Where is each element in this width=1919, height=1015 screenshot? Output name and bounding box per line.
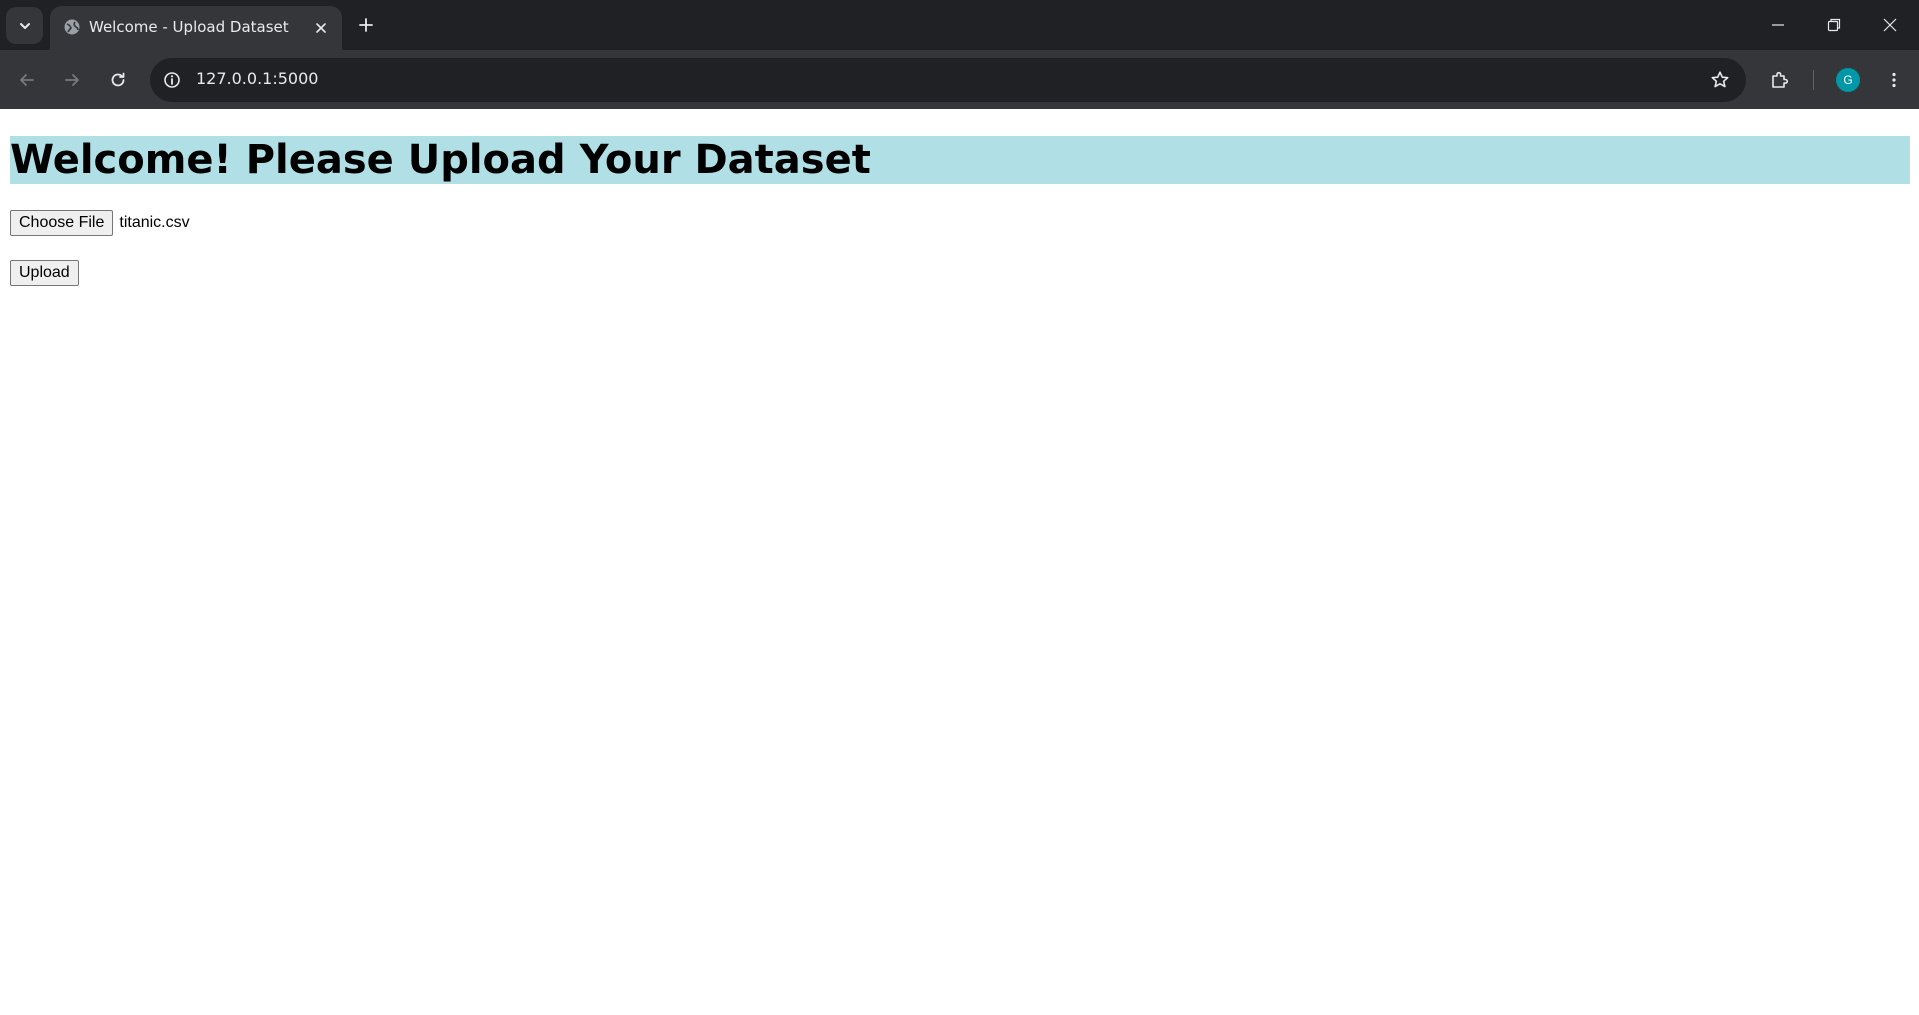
site-info-button[interactable] — [158, 66, 186, 94]
close-tab-button[interactable] — [310, 17, 332, 39]
new-tab-button[interactable] — [352, 11, 380, 39]
close-window-button[interactable] — [1861, 0, 1919, 50]
address-bar[interactable]: 127.0.0.1:5000 — [150, 58, 1746, 102]
choose-file-button[interactable]: Choose File — [10, 210, 114, 236]
url-text: 127.0.0.1:5000 — [196, 69, 319, 88]
file-input[interactable]: Choose File titanic.csv — [10, 210, 190, 236]
upload-row: Upload — [10, 260, 79, 286]
toolbar-separator — [1813, 70, 1814, 90]
tab-title: Welcome - Upload Dataset — [89, 18, 289, 36]
tab-search-button[interactable] — [6, 7, 43, 44]
globe-icon — [62, 17, 82, 37]
restore-icon — [1827, 18, 1841, 32]
bookmark-button[interactable] — [1706, 66, 1734, 94]
selected-file-name: titanic.csv — [119, 214, 190, 231]
browser-tab-strip: Welcome - Upload Dataset — [0, 0, 1919, 50]
reload-icon — [111, 72, 125, 87]
arrow-left-icon — [20, 74, 34, 86]
chevron-down-icon — [19, 22, 30, 29]
back-button[interactable] — [9, 62, 45, 98]
profile-avatar[interactable]: G — [1836, 68, 1860, 92]
puzzle-icon — [1772, 71, 1789, 88]
close-icon — [316, 23, 326, 33]
minimize-icon — [1772, 24, 1784, 26]
minimize-window-button[interactable] — [1749, 0, 1807, 50]
restore-window-button[interactable] — [1805, 0, 1863, 50]
extensions-button[interactable] — [1762, 62, 1798, 98]
arrow-right-icon — [65, 74, 79, 86]
star-icon — [1711, 71, 1729, 88]
plus-icon — [359, 18, 373, 32]
browser-toolbar: 127.0.0.1:5000 G — [0, 50, 1919, 109]
kebab-menu-icon — [1892, 72, 1896, 88]
page-title: Welcome! Please Upload Your Dataset — [10, 136, 1910, 184]
reload-button[interactable] — [100, 62, 136, 98]
forward-button[interactable] — [54, 62, 90, 98]
upload-button[interactable]: Upload — [10, 260, 79, 286]
info-icon — [164, 72, 180, 88]
close-icon — [1883, 18, 1897, 32]
browser-menu-button[interactable] — [1876, 62, 1912, 98]
page-content: Welcome! Please Upload Your Dataset Choo… — [0, 109, 1919, 1015]
browser-tab-active[interactable]: Welcome - Upload Dataset — [50, 6, 342, 50]
